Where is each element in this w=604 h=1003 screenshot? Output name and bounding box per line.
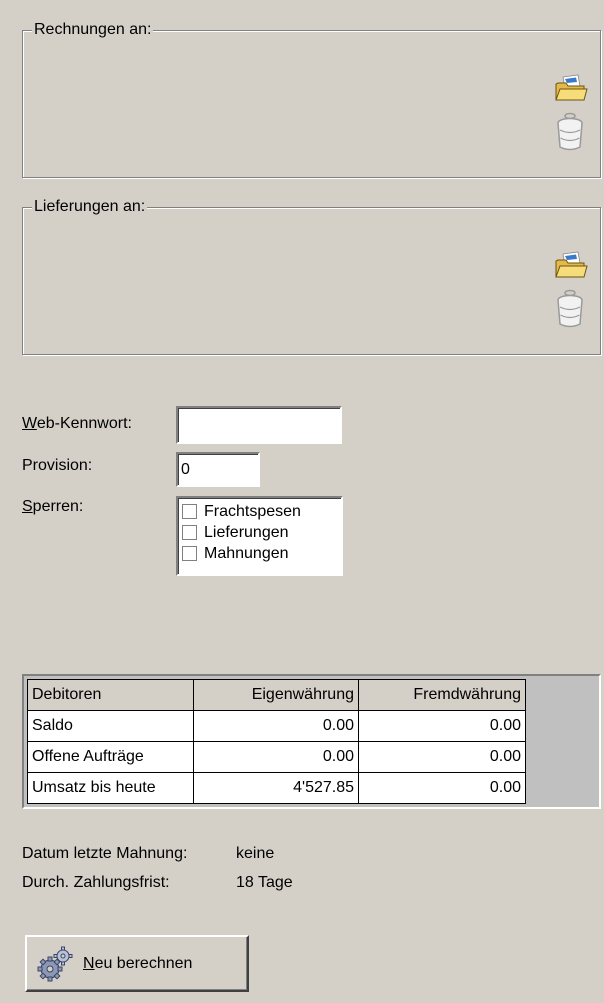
lieferungen-legend: Lieferungen an: <box>32 197 148 217</box>
gears-icon <box>37 946 73 982</box>
rechnungen-legend: Rechnungen an: <box>32 20 154 40</box>
sperren-option-lieferungen[interactable]: Lieferungen <box>178 522 341 543</box>
last-reminder-value: keine <box>236 845 275 862</box>
lieferungen-open-folder-icon[interactable] <box>554 250 588 280</box>
table-cell: 4'527.85 <box>193 772 359 804</box>
table-row[interactable]: Offene Aufträge 0.00 0.00 <box>27 741 526 773</box>
table-cell: 0.00 <box>358 772 526 804</box>
last-reminder-label: Datum letzte Mahnung: <box>22 845 188 862</box>
debitoren-table: Debitoren Eigenwährung Fremdwährung Sald… <box>27 679 526 804</box>
debitoren-grid[interactable]: Debitoren Eigenwährung Fremdwährung Sald… <box>22 674 601 809</box>
table-cell: 0.00 <box>193 710 359 742</box>
avg-payment-value: 18 Tage <box>236 874 293 891</box>
table-row[interactable]: Umsatz bis heute 4'527.85 0.00 <box>27 772 526 804</box>
sperren-label: Sperren: <box>22 498 84 515</box>
table-row[interactable]: Saldo 0.00 0.00 <box>27 710 526 742</box>
recalculate-button-label: Neu berechnen <box>83 954 193 972</box>
provision-label: Provision: <box>22 457 93 474</box>
table-cell: Offene Aufträge <box>27 741 194 773</box>
mahnungen-checkbox[interactable] <box>182 546 197 561</box>
recalculate-button[interactable]: Neu berechnen <box>25 935 249 992</box>
table-cell: Umsatz bis heute <box>27 772 194 804</box>
table-cell: 0.00 <box>358 710 526 742</box>
rechnungen-groupbox: Rechnungen an: <box>22 20 601 178</box>
sperren-checklist: Frachtspesen Lieferungen Mahnungen <box>176 496 343 576</box>
table-cell: Saldo <box>27 710 194 742</box>
column-header[interactable]: Fremdwährung <box>358 679 526 711</box>
lieferungen-groupbox: Lieferungen an: <box>22 197 601 355</box>
last-reminder-info: Datum letzte Mahnung: keine <box>22 843 274 865</box>
rechnungen-open-folder-icon[interactable] <box>554 73 588 103</box>
table-header-row: Debitoren Eigenwährung Fremdwährung <box>27 679 526 711</box>
provision-input[interactable] <box>176 452 260 487</box>
avg-payment-info: Durch. Zahlungsfrist: 18 Tage <box>22 872 293 894</box>
table-cell: 0.00 <box>358 741 526 773</box>
lieferungen-checkbox[interactable] <box>182 525 197 540</box>
column-header[interactable]: Debitoren <box>27 679 194 711</box>
frachtspesen-checkbox[interactable] <box>182 504 197 519</box>
table-cell: 0.00 <box>193 741 359 773</box>
lieferungen-trash-icon[interactable] <box>556 288 584 330</box>
web-kennwort-input[interactable] <box>176 406 342 444</box>
sperren-option-frachtspesen[interactable]: Frachtspesen <box>178 501 341 522</box>
avg-payment-label: Durch. Zahlungsfrist: <box>22 874 170 891</box>
web-kennwort-label: Web-Kennwort: <box>22 415 132 432</box>
sperren-option-mahnungen[interactable]: Mahnungen <box>178 543 341 564</box>
rechnungen-trash-icon[interactable] <box>556 111 584 153</box>
column-header[interactable]: Eigenwährung <box>193 679 359 711</box>
